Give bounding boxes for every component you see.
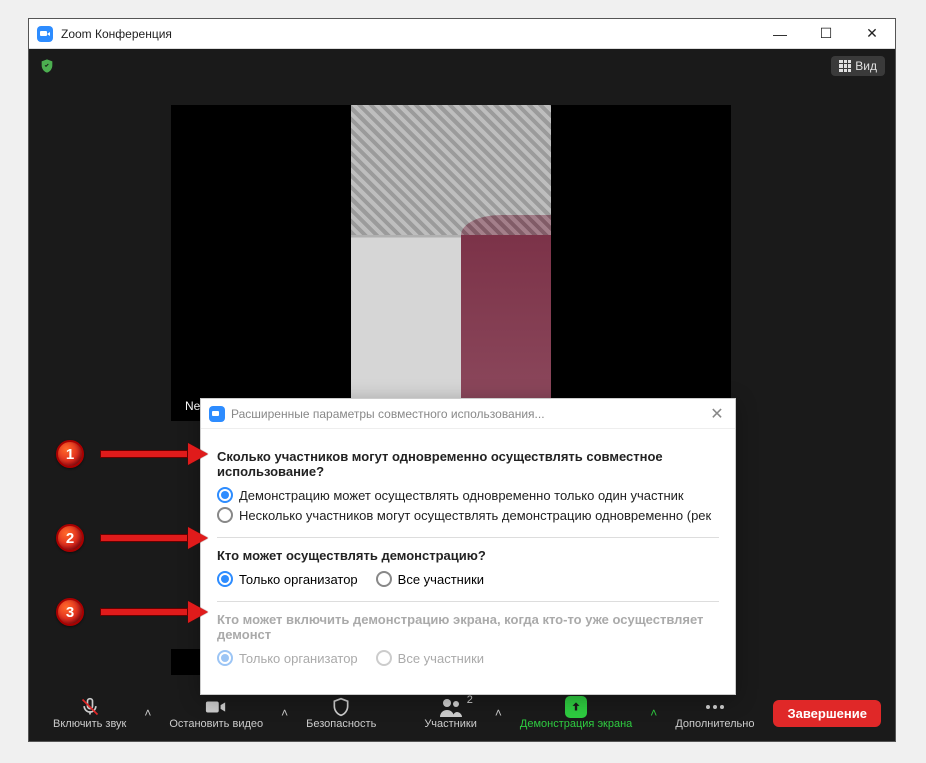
security-button[interactable]: Безопасность [296, 692, 386, 734]
section1-opt2-label: Несколько участников могут осуществлять … [239, 508, 711, 523]
share-up-icon [565, 696, 587, 718]
grid-icon [839, 60, 851, 72]
section2-radio-all[interactable] [376, 571, 392, 587]
section2-radio-host[interactable] [217, 571, 233, 587]
section3-opt2-label: Все участники [398, 651, 484, 666]
security-label: Безопасность [306, 718, 376, 730]
section1-radio-one[interactable] [217, 487, 233, 503]
view-label: Вид [855, 59, 877, 73]
audio-label: Включить звук [53, 718, 126, 730]
zoom-small-icon [209, 406, 225, 422]
encryption-shield-icon[interactable] [39, 57, 55, 75]
section2-opt2-label: Все участники [398, 572, 484, 587]
end-meeting-button[interactable]: Завершение [773, 700, 881, 727]
video-label: Остановить видео [169, 718, 263, 730]
section3-opt1-label: Только организатор [239, 651, 358, 666]
audio-caret[interactable]: ˄ [140, 706, 155, 720]
share-screen-button[interactable]: Демонстрация экрана [510, 692, 642, 734]
participants-count: 2 [467, 694, 473, 706]
dialog-section-2: Кто может осуществлять демонстрацию? Тол… [217, 538, 719, 602]
dialog-section-1: Сколько участников могут одновременно ос… [217, 439, 719, 538]
section1-question: Сколько участников могут одновременно ос… [217, 449, 719, 479]
dialog-close-button[interactable]: ✕ [707, 404, 727, 424]
section3-radio-host [217, 650, 233, 666]
participants-caret[interactable]: ˄ [491, 706, 506, 720]
share-caret[interactable]: ˄ [646, 706, 661, 720]
participants-button[interactable]: 2 Участники [414, 692, 487, 734]
section1-radio-many[interactable] [217, 507, 233, 523]
window-title: Zoom Конференция [61, 27, 757, 41]
video-icon [205, 698, 227, 716]
minimize-button[interactable]: ― [757, 19, 803, 49]
more-icon [704, 703, 726, 711]
close-button[interactable]: ✕ [849, 19, 895, 49]
section2-opt1-label: Только организатор [239, 572, 358, 587]
video-feed [351, 105, 551, 421]
dialog-section-3: Кто может включить демонстрацию экрана, … [217, 602, 719, 680]
audio-button[interactable]: Включить звук [43, 692, 136, 734]
mic-off-icon [80, 697, 100, 717]
more-label: Дополнительно [675, 718, 754, 730]
zoom-app-icon [37, 26, 53, 42]
meeting-topbar: Вид [29, 49, 895, 83]
video-button[interactable]: Остановить видео [159, 692, 273, 734]
maximize-button[interactable]: ☐ [803, 19, 849, 49]
titlebar: Zoom Конференция ― ☐ ✕ [29, 19, 895, 49]
shield-icon [331, 696, 351, 718]
participants-icon [439, 697, 463, 717]
video-caret[interactable]: ˄ [277, 706, 292, 720]
view-button[interactable]: Вид [831, 56, 885, 76]
section3-question: Кто может включить демонстрацию экрана, … [217, 612, 719, 642]
video-tile-main: New Name [171, 105, 731, 421]
section1-opt1-label: Демонстрацию может осуществлять одноврем… [239, 488, 684, 503]
dialog-titlebar: Расширенные параметры совместного исполь… [201, 399, 735, 429]
dialog-title-text: Расширенные параметры совместного исполь… [231, 407, 707, 421]
more-button[interactable]: Дополнительно [665, 692, 764, 734]
share-label: Демонстрация экрана [520, 718, 632, 730]
advanced-sharing-dialog: Расширенные параметры совместного исполь… [200, 398, 736, 695]
section2-question: Кто может осуществлять демонстрацию? [217, 548, 719, 563]
participants-label: Участники [424, 718, 477, 730]
section3-radio-all [376, 650, 392, 666]
